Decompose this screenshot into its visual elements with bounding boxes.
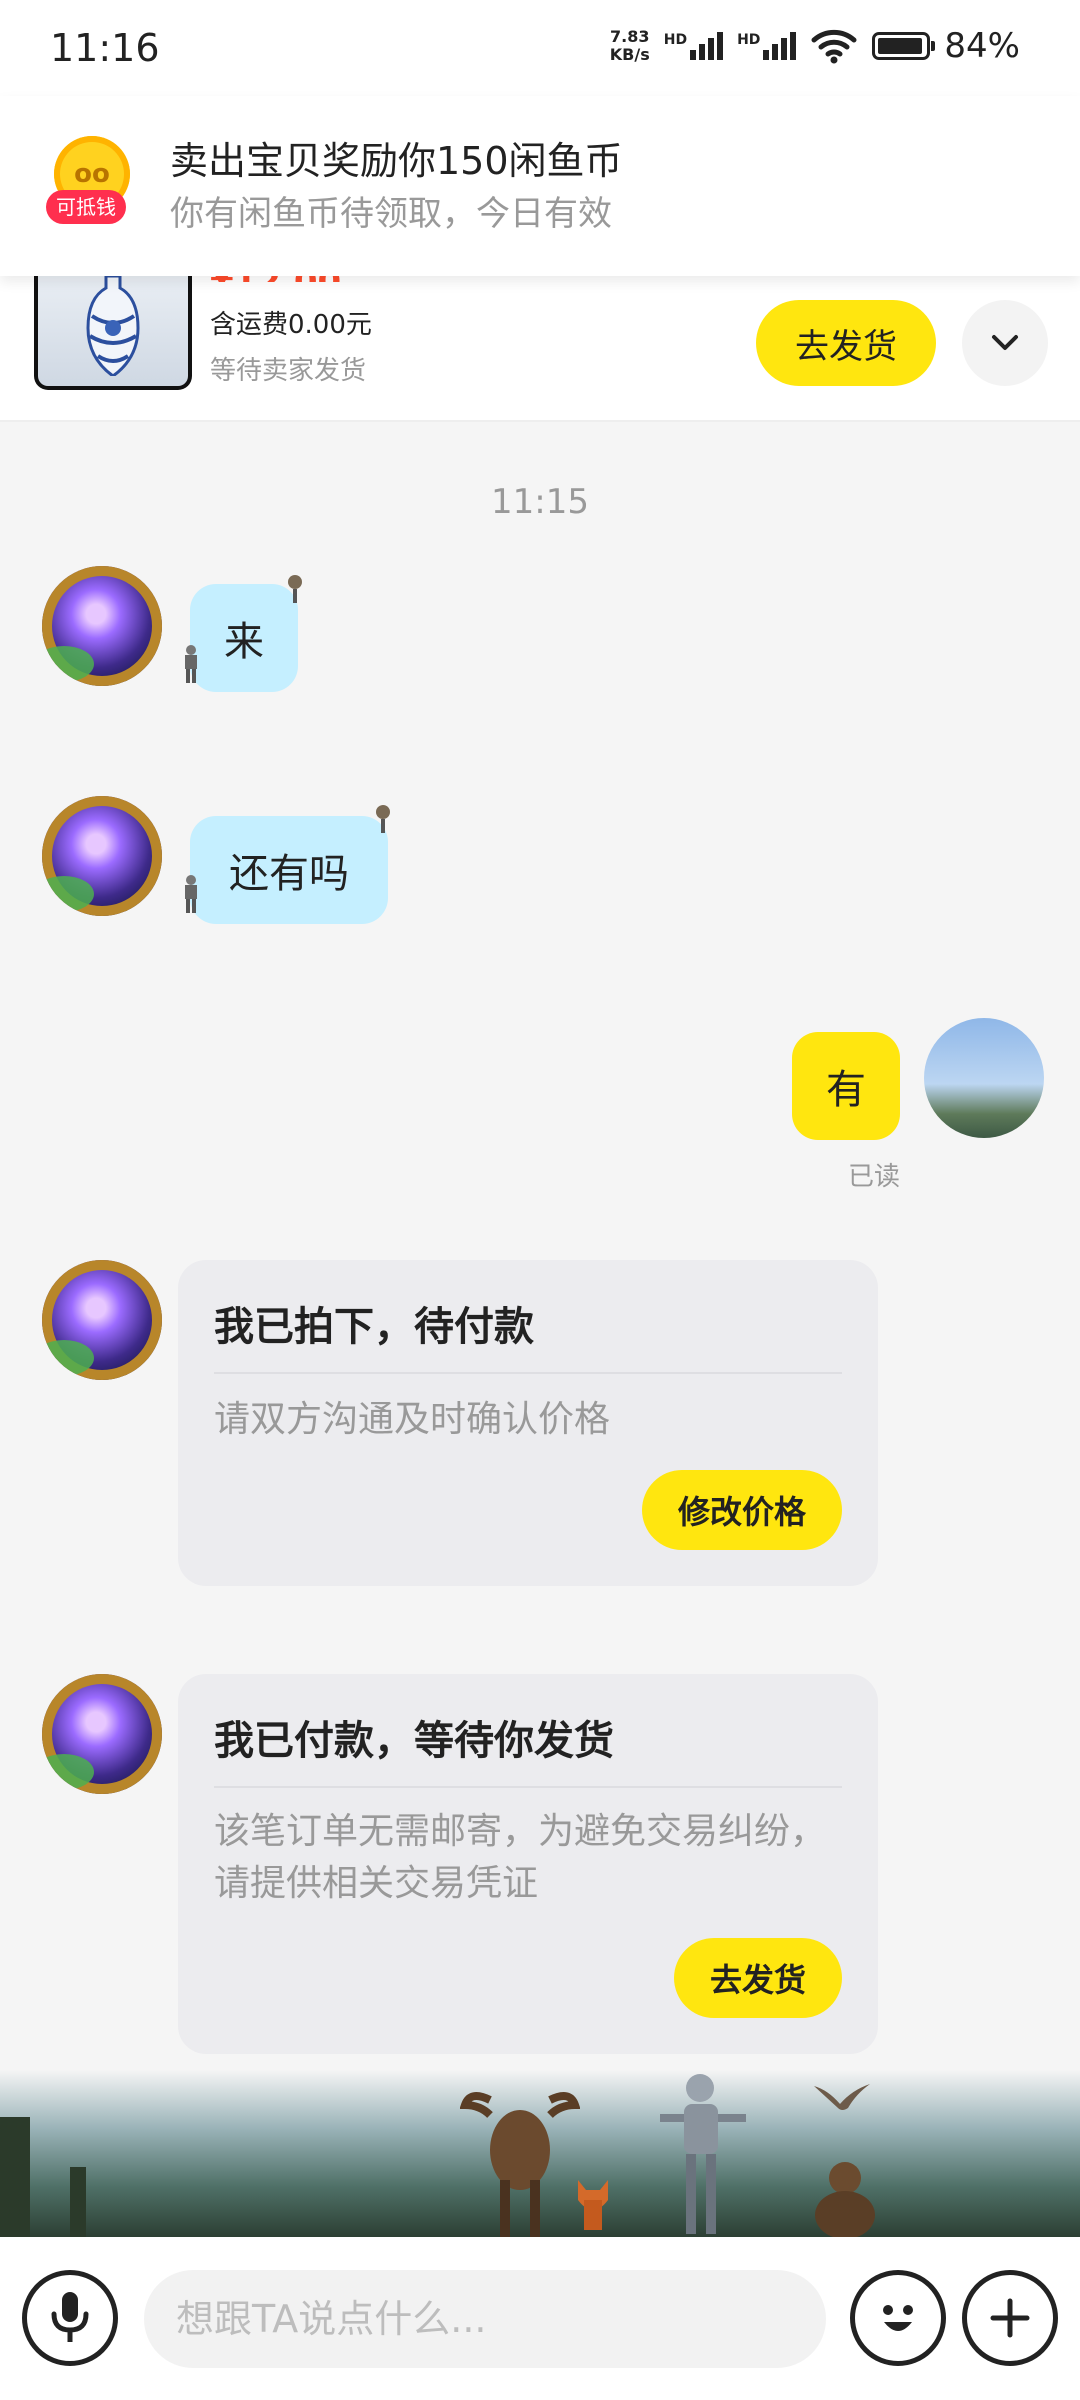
chat-area[interactable]: 11:15 来 还有吗 有 已读 我已拍下，待付款 请双方沟通及时确认价格 修改… — [0, 422, 1080, 2237]
coin-icon: oo 可抵钱 — [46, 136, 136, 236]
card-title: 我已拍下，待付款 — [214, 1304, 534, 1350]
robot-illustration — [660, 2074, 746, 2234]
avatar[interactable] — [42, 566, 162, 686]
status-time: 11:16 — [50, 26, 160, 70]
shipping-fee: 含运费0.00元 — [210, 310, 372, 340]
message-input[interactable] — [144, 2270, 826, 2368]
wifi-icon — [811, 29, 857, 64]
card-divider — [214, 1786, 842, 1788]
status-bar: 11:16 7.83 KB/s HD HD 84% — [0, 0, 1080, 96]
battery-icon — [872, 32, 936, 60]
avatar[interactable] — [42, 1260, 162, 1380]
read-receipt: 已读 — [848, 1162, 901, 1192]
banner-title: 卖出宝贝奖励你150闲鱼币 — [170, 139, 623, 183]
order-status: 等待卖家发货 — [210, 356, 367, 386]
my-avatar[interactable] — [924, 1018, 1044, 1138]
message-input-bar — [0, 2237, 1080, 2400]
card-description: 请双方沟通及时确认价格 — [214, 1399, 611, 1440]
expand-button[interactable] — [962, 300, 1048, 386]
ship-button[interactable]: 去发货 — [756, 300, 936, 386]
ship-button[interactable]: 去发货 — [673, 1938, 842, 2018]
bird-sticker-icon — [288, 575, 302, 603]
bear-illustration — [815, 2162, 875, 2237]
card-title: 我已付款，等待你发货 — [214, 1718, 614, 1764]
voice-button[interactable] — [22, 2270, 118, 2366]
moose-illustration — [460, 2092, 580, 2237]
signal-1-icon: HD — [664, 32, 724, 60]
modify-price-button[interactable]: 修改价格 — [641, 1470, 842, 1550]
bird-illustration — [814, 2084, 870, 2110]
chat-background-art — [0, 2070, 1080, 2237]
card-description: 该笔订单无需邮寄，为避免交易纠纷，请提供相关交易凭证 — [214, 1811, 827, 1904]
order-summary: ¥12.00 含运费0.00元 等待卖家发货 去发货 — [0, 262, 1080, 422]
network-speed: 7.83 KB/s — [609, 27, 650, 64]
message-bubble[interactable]: 来 — [190, 584, 298, 692]
vase-image — [86, 276, 140, 376]
bird-sticker-icon — [376, 805, 390, 833]
robot-sticker-icon — [185, 875, 197, 913]
order-card: 我已拍下，待付款 请双方沟通及时确认价格 修改价格 — [178, 1260, 878, 1586]
message-bubble[interactable]: 还有吗 — [190, 816, 388, 924]
status-indicators: 7.83 KB/s HD HD 84% — [610, 26, 1020, 66]
avatar[interactable] — [42, 1674, 162, 1794]
battery-percent: 84% — [944, 26, 1020, 66]
banner-subtitle: 你有闲鱼币待领取，今日有效 — [170, 194, 612, 234]
message-bubble[interactable]: 有 — [792, 1032, 900, 1140]
more-button[interactable] — [962, 2270, 1058, 2366]
card-divider — [214, 1372, 842, 1374]
robot-sticker-icon — [185, 645, 197, 683]
product-thumbnail[interactable] — [34, 276, 192, 390]
chat-timestamp: 11:15 — [491, 482, 589, 522]
order-card: 我已付款，等待你发货 该笔订单无需邮寄，为避免交易纠纷，请提供相关交易凭证 去发… — [178, 1674, 878, 2054]
avatar[interactable] — [42, 796, 162, 916]
fox-illustration — [578, 2180, 608, 2230]
signal-2-icon: HD — [737, 32, 797, 60]
reward-banner[interactable]: oo 可抵钱 卖出宝贝奖励你150闲鱼币 你有闲鱼币待领取，今日有效 — [0, 96, 1080, 276]
plus-icon — [990, 2298, 1030, 2338]
chevron-down-icon — [992, 335, 1018, 350]
emoji-button[interactable] — [850, 2270, 946, 2366]
coin-badge: 可抵钱 — [46, 190, 126, 224]
microphone-icon — [51, 2292, 89, 2342]
emoji-icon — [883, 2305, 913, 2331]
